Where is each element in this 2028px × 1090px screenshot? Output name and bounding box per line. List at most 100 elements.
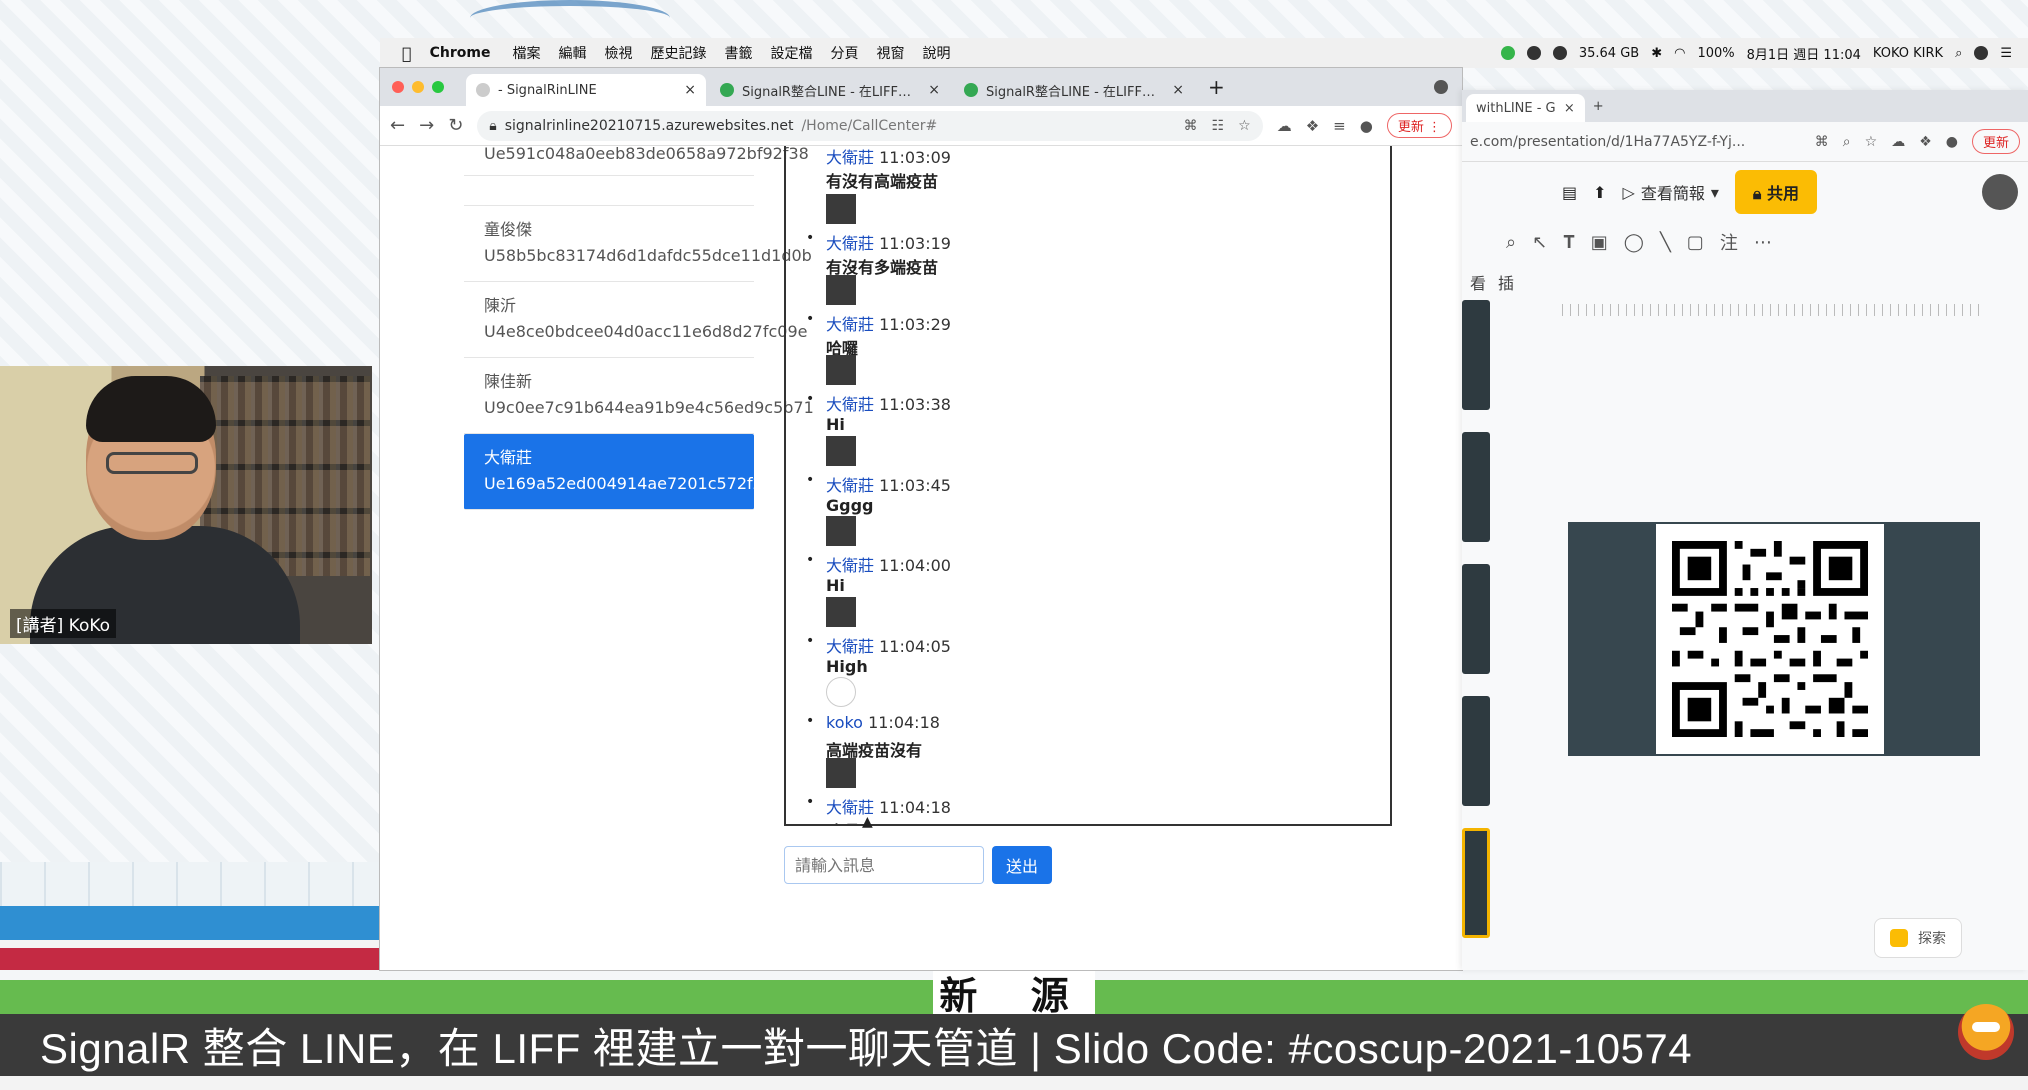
user-name: 陳佳新 [484, 372, 533, 391]
account-avatar[interactable] [1982, 174, 2018, 210]
annotate-tool[interactable]: 注 [1720, 229, 1738, 255]
new-tab-button[interactable]: + [1208, 75, 1225, 99]
present-button[interactable]: ▷ 查看簡報 ▾ [1623, 180, 1719, 204]
translate-icon[interactable]: ☷ [1212, 118, 1225, 134]
user-item[interactable]: 陳沂 U4e8ce0bdcee04d0acc11e6d8d27fc09e [464, 282, 808, 358]
user-item[interactable]: 童俊傑 U58b5bc83174d6d1dafdc55dce11d1d0b [464, 206, 812, 282]
tab-search-icon[interactable] [1434, 80, 1448, 94]
menu-file[interactable]: 檔案 [512, 43, 540, 63]
sender-avatar [826, 435, 856, 466]
shape-tool-icon[interactable]: ◯ [1624, 232, 1644, 253]
more-icon[interactable]: ⋯ [1754, 232, 1772, 253]
send-button[interactable]: 送出 [992, 846, 1052, 884]
sender-name[interactable]: koko [826, 713, 863, 732]
slide-canvas[interactable] [1568, 522, 1980, 756]
sender-name[interactable]: 大衛莊 [826, 315, 874, 334]
menu-view-label[interactable]: 看 [1470, 270, 1486, 294]
reload-icon[interactable]: ↻ [448, 115, 463, 136]
line-status-icon[interactable] [1500, 46, 1515, 60]
siri-icon[interactable] [1974, 46, 1989, 60]
slide-thumbnail[interactable] [1462, 564, 1490, 674]
menu-window[interactable]: 視窗 [876, 43, 904, 63]
comment-tool-icon[interactable]: ▢ [1687, 232, 1704, 253]
share-button[interactable]: 🔒︎ 共用 [1734, 170, 1817, 214]
tab-slides[interactable]: withLINE - G × [1466, 94, 1585, 122]
cloud-extension-icon[interactable]: ☁ [1277, 117, 1292, 135]
present-options-icon[interactable]: ⬆ [1593, 183, 1606, 202]
cloud-extension-icon[interactable]: ☁ [1891, 134, 1905, 150]
sender-name[interactable]: 大衛莊 [826, 148, 874, 167]
reading-list-icon[interactable]: ≡ [1333, 117, 1346, 135]
control-center-icon[interactable]: ☰ [2000, 46, 2012, 61]
user-item[interactable]: Ue591c048a0eeb83de0658a972bf92f38 [464, 146, 809, 176]
new-tab-button[interactable]: + [1593, 99, 1604, 114]
disk-icon[interactable] [1552, 46, 1567, 60]
line-tool-icon[interactable]: ╲ [1660, 232, 1671, 253]
apple-icon[interactable]:  [402, 44, 412, 63]
close-window-button[interactable] [392, 81, 404, 93]
tab-signalr-liff-1[interactable]: SignalR整合LINE - 在LIFF裡建立 × [710, 74, 950, 106]
menu-view[interactable]: 檢視 [604, 43, 632, 63]
sender-name[interactable]: 大衛莊 [826, 637, 874, 656]
qr-code-icon[interactable]: ⌘ [1184, 118, 1198, 134]
sender-name[interactable]: 大衛莊 [826, 476, 874, 495]
user-item-selected[interactable]: 大衛莊 Ue169a52ed004914ae7201c572f2f [464, 434, 768, 510]
slide-thumbnail[interactable] [1462, 300, 1490, 410]
menu-history[interactable]: 歷史記錄 [650, 43, 706, 63]
close-tab-icon[interactable]: × [1172, 82, 1184, 98]
evernote-icon[interactable] [1526, 46, 1541, 60]
image-tool-icon[interactable]: ▣ [1591, 232, 1608, 253]
message-input[interactable] [784, 846, 984, 884]
profile-avatar-icon[interactable]: ● [1946, 134, 1958, 150]
qr-code-icon[interactable]: ⌘ [1815, 134, 1829, 150]
profile-avatar-icon[interactable]: ● [1360, 117, 1373, 135]
bookmark-star-icon[interactable]: ☆ [1865, 134, 1878, 150]
sender-name[interactable]: 大衛莊 [826, 556, 874, 575]
select-tool-icon[interactable]: ↖ [1532, 232, 1547, 253]
slides-address-bar[interactable]: e.com/presentation/d/1Ha77A5YZ-f-Yj... ⌘… [1462, 122, 2028, 162]
search-icon[interactable]: ⌕ [1955, 46, 1962, 61]
close-tab-icon[interactable]: × [928, 82, 940, 98]
menu-app-name[interactable]: Chrome [430, 45, 491, 61]
puzzle-extension-icon[interactable]: ❖ [1306, 117, 1319, 135]
zoom-icon[interactable]: ⌕ [1843, 134, 1851, 150]
wifi-icon[interactable]: ◠ [1674, 46, 1685, 61]
close-tab-icon[interactable]: × [684, 82, 696, 98]
datetime: 8月1日 週日 11:04 [1746, 47, 1861, 63]
user-list-gap [464, 176, 754, 206]
sender-avatar [826, 596, 856, 627]
menu-insert-label[interactable]: 插 [1498, 270, 1514, 294]
user-list: Ue591c048a0eeb83de0658a972bf92f38 童俊傑 U5… [464, 146, 814, 510]
user-name[interactable]: KOKO KIRK [1873, 46, 1943, 61]
tab-signalrinline[interactable]: - SignalRinLINE × [466, 74, 706, 106]
slide-thumbnail-selected[interactable] [1462, 828, 1490, 938]
slide-thumbnail[interactable] [1462, 696, 1490, 806]
tab-signalr-liff-2[interactable]: SignalR整合LINE - 在LIFF裡建立 × [954, 74, 1194, 106]
speaker-glasses [106, 452, 198, 474]
forward-icon[interactable]: → [419, 115, 434, 136]
back-icon[interactable]: ← [390, 115, 405, 136]
close-tab-icon[interactable]: × [1564, 101, 1575, 116]
minimize-window-button[interactable] [412, 81, 424, 93]
zoom-window-button[interactable] [432, 81, 444, 93]
menu-tab[interactable]: 分頁 [830, 43, 858, 63]
comments-icon[interactable]: ▤ [1562, 183, 1577, 202]
menu-bookmarks[interactable]: 書籤 [724, 43, 752, 63]
sender-name[interactable]: 大衛莊 [826, 234, 874, 253]
puzzle-extension-icon[interactable]: ❖ [1919, 134, 1932, 150]
sender-name[interactable]: 大衛莊 [826, 395, 874, 414]
textbox-tool-icon[interactable]: 𝐓 [1563, 232, 1575, 253]
slide-thumbnail[interactable] [1462, 432, 1490, 542]
explore-button[interactable]: 探索 [1874, 918, 1962, 958]
user-item[interactable]: 陳佳新 U9c0ee7c91b644ea91b9e4c56ed9c5b71 [464, 358, 814, 434]
menu-edit[interactable]: 編輯 [558, 43, 586, 63]
zoom-icon[interactable]: ⌕ [1506, 232, 1516, 253]
chat-log[interactable]: 大衛莊 11:03:09 有沒有高端疫苗 大衛莊 11:03:19 有沒有多端疫… [784, 146, 1392, 826]
update-button[interactable]: 更新 ⋮ [1386, 113, 1452, 138]
address-bar[interactable]: 🔒︎ signalrinline20210715.azurewebsites.n… [477, 110, 1263, 141]
update-button[interactable]: 更新 [1971, 129, 2020, 154]
menu-profiles[interactable]: 設定檔 [770, 43, 812, 63]
bluetooth-icon[interactable]: ✱ [1651, 46, 1662, 61]
menu-help[interactable]: 說明 [922, 43, 950, 63]
bookmark-star-icon[interactable]: ☆ [1238, 118, 1251, 134]
